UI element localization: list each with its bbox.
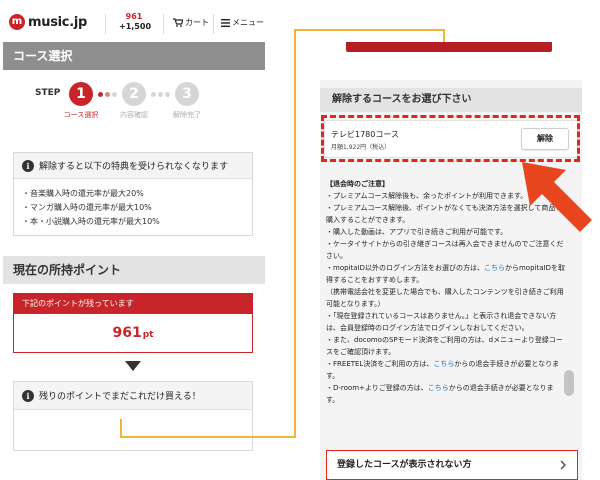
cancel-panel: 解除するコースをお選び下さい テレビ1780コース 月額1,922円（税込） 解… (320, 80, 582, 480)
divider (163, 14, 164, 34)
step-dot (98, 92, 103, 97)
hamburger-icon (221, 18, 230, 27)
logo-mark: m (9, 14, 25, 30)
mopita-link[interactable]: こちら (484, 264, 505, 272)
missing-course-label: 登録したコースが表示されない方 (337, 460, 472, 470)
benefit-item: ・本・小説購入時の還元率が最大10% (22, 217, 160, 226)
step-3-circle: 3 (175, 82, 199, 106)
usage-title: 残りのポイントでまだこれだけ買える！ (39, 392, 201, 402)
scroll-handle[interactable] (564, 370, 574, 396)
cart-label: カート (185, 18, 209, 27)
benefit-item: ・音楽購入時の還元率が最大20% (22, 189, 144, 198)
logo[interactable]: m music.jp (9, 14, 87, 30)
remaining-points: 961pt (14, 322, 252, 341)
right-screen: 解除するコースをお選び下さい テレビ1780コース 月額1,922円（税込） 解… (320, 20, 582, 480)
note-text: ・mopitaID以外のログイン方法をお選びの方は、 (326, 264, 484, 272)
pointer-arrow-icon (522, 162, 592, 232)
usage-header: i 残りのポイントでまだこれだけ買える！ (14, 382, 252, 410)
note-item: （携帯電話会社を変更した場合でも、購入したコンテンツを引き続きご利用可能となりま… (326, 288, 564, 308)
warning-header: i 解除すると以下の特典を受けられなくなります (14, 153, 252, 179)
connector-line (120, 419, 122, 437)
cart-button[interactable]: カート (173, 17, 209, 28)
step-3-caption: 解除完了 (173, 111, 201, 119)
remaining-unit: pt (142, 330, 154, 340)
remaining-value: 961 (112, 325, 142, 341)
note-item: ・ケータイサイトからの引き継ぎコースは再入会できませんのでご注意ください。 (326, 240, 564, 260)
droom-link[interactable]: こちら (428, 384, 449, 392)
usage-card: i 残りのポイントでまだこれだけ買える！ (13, 381, 253, 451)
cart-icon (173, 18, 183, 27)
step-2-caption: 内容確認 (120, 111, 148, 119)
remaining-label: 下記のポイントが残っています (14, 294, 252, 314)
step-dot (165, 92, 170, 97)
note-item: ・「現在登録されているコースはありません。」と表示され退会できない方は、会員登録… (326, 312, 557, 332)
step-1-circle: 1 (69, 82, 93, 106)
menu-button[interactable]: メニュー (221, 17, 264, 28)
note-item: ・mopitaID以外のログイン方法をお選びの方は、こちらからmopitaIDを… (326, 262, 566, 286)
arrow-down-icon (125, 361, 141, 371)
step-dot (158, 92, 163, 97)
header-points[interactable]: 961 +1,500 (119, 12, 152, 32)
left-screen: m music.jp 961 +1,500 カート メニュー コース選択 STE… (3, 0, 265, 480)
highlight-box (321, 115, 580, 162)
points-bonus: +1,500 (119, 22, 152, 31)
connector-line (294, 29, 296, 438)
step-dot (151, 92, 156, 97)
points-section-title: 現在の所持ポイント (3, 256, 265, 284)
remaining-points-box: 下記のポイントが残っています 961pt (13, 293, 253, 353)
note-text: ・FREETEL決済をご利用の方は、 (326, 360, 434, 368)
note-item: ・D-room+よりご登録の方は、こちらからの退会手続きが必要となります。 (326, 382, 566, 406)
step-1-caption: コース選択 (63, 111, 99, 119)
connector-line (120, 436, 295, 438)
logo-text: music.jp (28, 14, 88, 30)
note-item: ・FREETEL決済をご利用の方は、こちらからの退会手続きが必要となります。 (326, 358, 566, 382)
freetel-link[interactable]: こちら (433, 360, 454, 368)
section-title: コース選択 (3, 42, 265, 70)
panel-title: 解除するコースをお選び下さい (320, 88, 582, 112)
info-icon: i (22, 159, 34, 172)
benefit-item: ・マンガ購入時の還元率が最大10% (22, 203, 152, 212)
warning-card: i 解除すると以下の特典を受けられなくなります ・音楽購入時の還元率が最大20%… (13, 152, 253, 236)
step-dot (112, 92, 117, 97)
divider (213, 14, 214, 34)
site-header: m music.jp 961 +1,500 カート メニュー (3, 8, 265, 38)
info-icon: i (22, 389, 34, 402)
step-2-circle: 2 (122, 82, 146, 106)
top-red-bar (346, 42, 552, 52)
chevron-right-icon (560, 460, 566, 470)
missing-course-link[interactable]: 登録したコースが表示されない方 (326, 450, 578, 480)
points-current: 961 (125, 12, 143, 21)
divider (105, 14, 106, 34)
warning-title: 解除すると以下の特典を受けられなくなります (39, 162, 229, 172)
step-label: STEP (35, 88, 61, 98)
step-dot (105, 92, 110, 97)
note-text: ・D-room+よりご登録の方は、 (326, 384, 428, 392)
note-item: ・また、docomoのSPモード決済をご利用の方は、dメニューより登録コースをご… (326, 336, 563, 356)
menu-label: メニュー (232, 18, 264, 27)
